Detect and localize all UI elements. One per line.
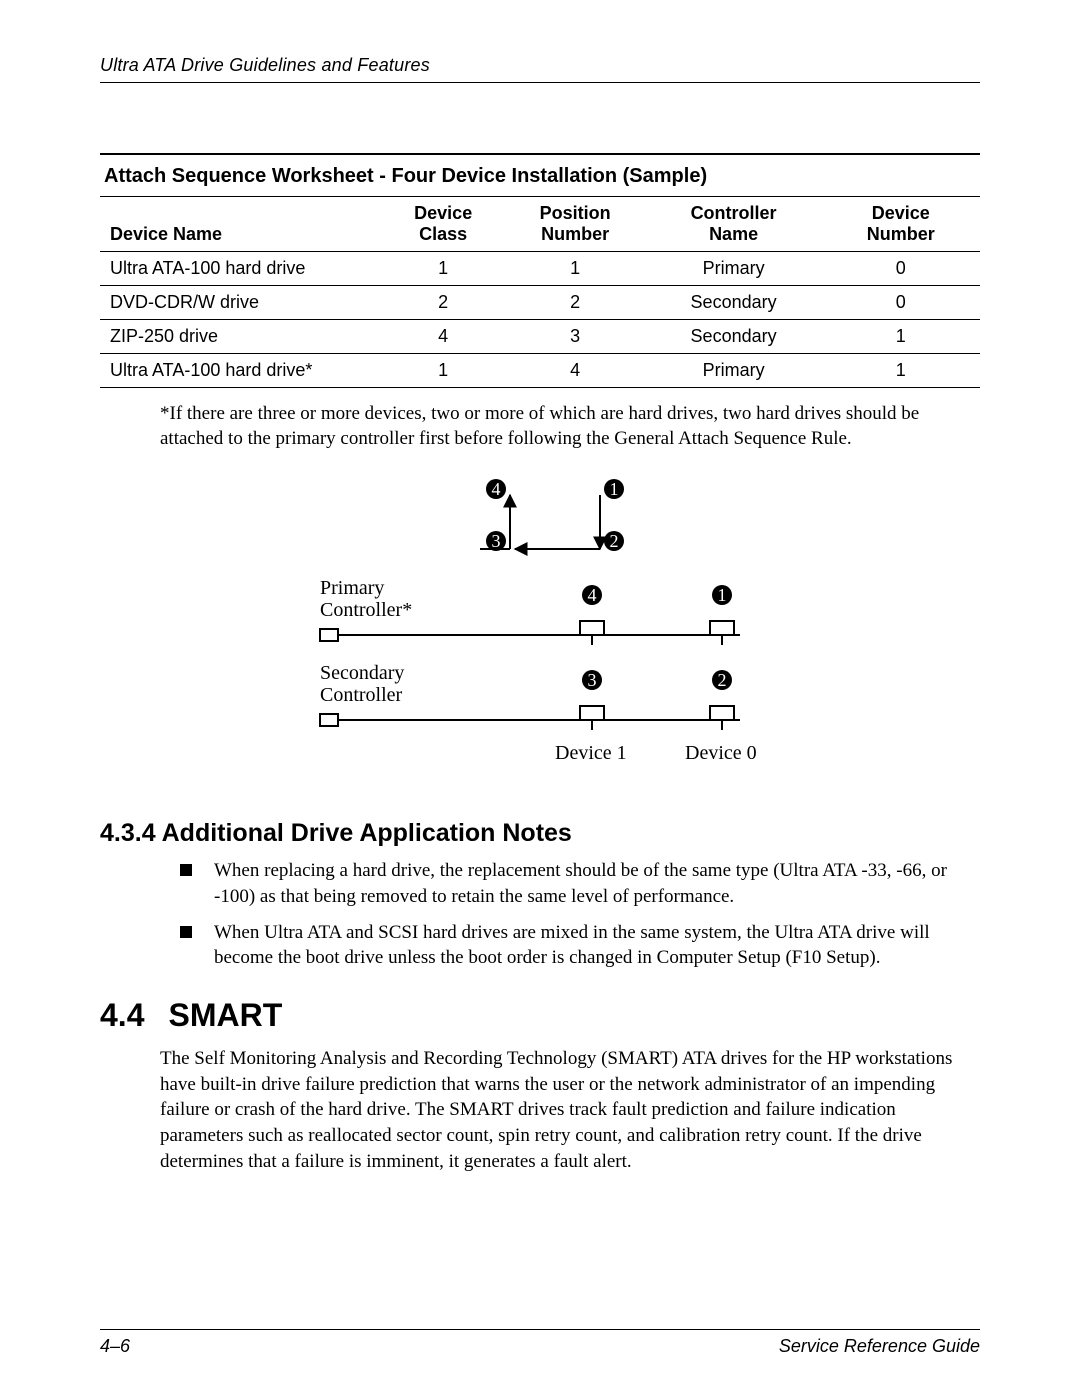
smart-body: The Self Monitoring Analysis and Recordi… [160,1046,980,1174]
col-device-class: Device Class [382,197,505,252]
svg-text:3: 3 [588,670,597,690]
svg-text:Device 1: Device 1 [555,742,627,764]
list-item: When replacing a hard drive, the replace… [180,858,980,909]
worksheet-footnote: *If there are three or more devices, two… [160,402,980,451]
guide-title: Service Reference Guide [779,1336,980,1357]
page-footer: 4–6 Service Reference Guide [100,1321,980,1357]
attach-sequence-diagram: 4 1 3 2 Primary Controller* 4 1 [280,469,800,789]
svg-text:1: 1 [718,585,727,605]
running-header: Ultra ATA Drive Guidelines and Features [100,55,980,76]
footer-rule [100,1329,980,1330]
table-row: Ultra ATA-100 hard drive* 1 4 Primary 1 [100,354,980,388]
worksheet-table: Device Name Device Class Position Number… [100,197,980,388]
svg-text:Controller: Controller [320,684,403,706]
col-device-name: Device Name [100,197,382,252]
table-row: Ultra ATA-100 hard drive 1 1 Primary 0 [100,252,980,286]
table-row: DVD-CDR/W drive 2 2 Secondary 0 [100,286,980,320]
svg-text:2: 2 [718,670,727,690]
page-number: 4–6 [100,1336,130,1357]
heading-4-4-title: SMART [168,997,282,1034]
header-rule [100,82,980,83]
svg-text:Secondary: Secondary [320,662,404,684]
heading-4-3-4: 4.3.4 Additional Drive Application Notes [100,819,980,848]
svg-text:3: 3 [492,531,501,551]
svg-text:1: 1 [610,479,619,499]
heading-4-4-number: 4.4 [100,997,144,1034]
svg-text:Controller*: Controller* [320,599,412,621]
svg-text:Primary: Primary [320,577,384,599]
worksheet-title: Attach Sequence Worksheet - Four Device … [100,153,980,197]
application-notes-list: When replacing a hard drive, the replace… [180,858,980,971]
svg-text:4: 4 [492,479,501,499]
table-row: ZIP-250 drive 4 3 Secondary 1 [100,320,980,354]
worksheet-block: Attach Sequence Worksheet - Four Device … [100,153,980,388]
svg-text:2: 2 [610,531,619,551]
col-position-number: Position Number [505,197,646,252]
svg-text:Device 0: Device 0 [685,742,757,764]
col-device-number: Device Number [822,197,980,252]
col-controller-name: Controller Name [646,197,822,252]
list-item: When Ultra ATA and SCSI hard drives are … [180,920,980,971]
svg-text:4: 4 [588,585,597,605]
